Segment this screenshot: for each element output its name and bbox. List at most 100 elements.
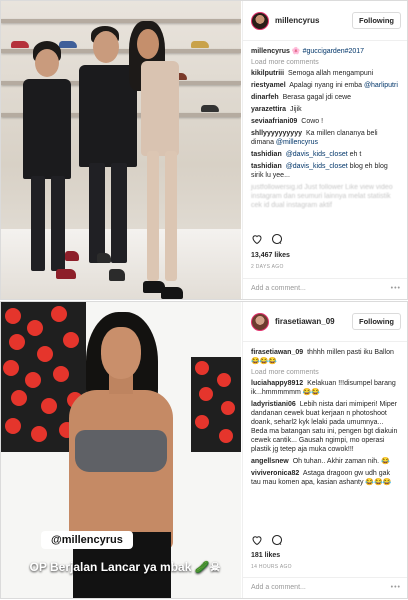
add-comment-input[interactable]: Add a comment... xyxy=(251,584,306,591)
red-dot xyxy=(195,415,209,429)
comment-mention[interactable]: @millencyrus xyxy=(276,139,318,146)
comment-user[interactable]: kikilputriii xyxy=(251,70,284,77)
comment-user[interactable]: luciahappy8912 xyxy=(251,380,303,387)
comment: luciahappy8912 Kelakuan !!!disumpel bara… xyxy=(251,379,401,397)
red-dot xyxy=(9,334,25,350)
comment-mention[interactable]: @davis_kids_closet xyxy=(286,151,348,158)
shoe-display xyxy=(11,41,29,48)
comment-mention[interactable]: @davis_kids_closet xyxy=(286,163,348,170)
comment: ladyristiani06 Lebih nista dari mimiperi… xyxy=(251,400,401,454)
following-button[interactable]: Following xyxy=(352,12,401,29)
username[interactable]: firasetiawan_09 xyxy=(275,317,352,326)
comments-list: millencyrus 🌸 #guccigarden#2017 Load more… xyxy=(243,41,407,210)
red-dot xyxy=(27,320,43,336)
red-dot xyxy=(219,429,233,443)
comment-user[interactable]: angellsnew xyxy=(251,458,289,465)
comment-text: Semoga allah mengampuni xyxy=(288,70,374,77)
comment-text: Lebih nista dari mimiperi! Miper dandana… xyxy=(251,401,398,453)
mention-sticker[interactable]: @millencyrus xyxy=(41,531,133,549)
comment-text: Apalagi nyang ini emba xyxy=(289,82,362,89)
comment-user[interactable]: ladyristiani06 xyxy=(251,401,296,408)
load-more-comments[interactable]: Load more comments xyxy=(251,369,401,376)
load-more-comments[interactable]: Load more comments xyxy=(251,59,401,66)
red-dot xyxy=(5,418,21,434)
comment-text: Oh tuhan.. Akhir zaman nih. 😂 xyxy=(292,458,390,465)
comment-user[interactable]: riestyamel xyxy=(251,82,286,89)
story-caption: OP Berjalan Lancar ya mbak 🥒☠ xyxy=(29,560,221,574)
red-dot xyxy=(53,366,69,382)
sports-bra xyxy=(75,430,167,472)
red-dot xyxy=(195,361,209,375)
caption-text[interactable]: 🌸 #guccigarden#2017 xyxy=(292,48,364,55)
more-options-icon[interactable]: ••• xyxy=(391,285,401,292)
comments-list: firasetiawan_09 thhhh millen pasti iku B… xyxy=(243,342,407,487)
person-head xyxy=(35,49,59,77)
following-button[interactable]: Following xyxy=(352,313,401,330)
post-photo-2[interactable]: @millencyrus OP Berjalan Lancar ya mbak … xyxy=(1,302,241,598)
comment: shllyyyyyyyyyy Ka millen clananya beli d… xyxy=(251,129,401,147)
comment-user[interactable]: tashidian xyxy=(251,163,282,170)
like-count[interactable]: 181 likes xyxy=(251,552,280,559)
red-dot xyxy=(217,373,231,387)
comment-user[interactable]: firasetiawan_09 xyxy=(251,349,303,356)
add-comment-input[interactable]: Add a comment... xyxy=(251,285,306,292)
red-dot xyxy=(51,306,67,322)
comment-icon[interactable] xyxy=(271,534,283,546)
comment: tashidian @davis_kids_closet eh t xyxy=(251,150,401,159)
heart-icon[interactable] xyxy=(251,233,263,245)
timestamp[interactable]: 2 DAYS AGO xyxy=(251,264,284,270)
person-leg xyxy=(51,176,65,271)
post-sidebar-1: millencyrus Following millencyrus 🌸 #gucc… xyxy=(242,1,407,299)
instagram-post-1: millencyrus Following millencyrus 🌸 #gucc… xyxy=(0,0,408,300)
red-dot xyxy=(5,308,21,324)
red-dot xyxy=(3,360,19,376)
comment-user[interactable]: seviaafriani09 xyxy=(251,118,297,125)
comment-user[interactable]: tashidian xyxy=(251,151,282,158)
person-leg xyxy=(111,163,127,263)
comment-text: Jijik xyxy=(289,106,302,113)
add-comment-row: Add a comment... ••• xyxy=(243,577,407,597)
post-photo-1[interactable] xyxy=(1,1,241,299)
username[interactable]: millencyrus xyxy=(275,16,352,25)
red-dot xyxy=(11,390,27,406)
comment-user[interactable]: yarazettira xyxy=(251,106,286,113)
comment-user[interactable]: dinarfeh xyxy=(251,94,279,101)
comment-user[interactable]: millencyrus xyxy=(251,48,290,55)
comment-spam: justfollowersig.id Just follower Like vi… xyxy=(251,184,393,209)
comment-text: Berasa gagal jdi cewe xyxy=(282,94,352,101)
post-header: millencyrus Following xyxy=(243,1,407,41)
post-header: firasetiawan_09 Following xyxy=(243,302,407,342)
like-count[interactable]: 13,467 likes xyxy=(251,252,290,259)
more-options-icon[interactable]: ••• xyxy=(391,584,401,591)
add-comment-row: Add a comment... ••• xyxy=(243,278,407,298)
comment-mention[interactable]: @harliputri xyxy=(364,82,398,89)
comment: seviaafriani09 Cowo ! xyxy=(251,117,401,126)
comment-icon[interactable] xyxy=(271,233,283,245)
comment: dinarfeh Berasa gagal jdi cewe xyxy=(251,93,401,102)
comment-text: Cowo ! xyxy=(301,118,324,125)
comment: riestyamel Apalagi nyang ini emba @harli… xyxy=(251,81,401,90)
comment: viviveronica82 Astaga dragoon gw udh gak… xyxy=(251,469,401,487)
red-dot-panel xyxy=(191,357,241,452)
red-dot xyxy=(25,372,41,388)
timestamp[interactable]: 14 HOURS AGO xyxy=(251,564,292,570)
shoe-display xyxy=(201,105,219,112)
avatar[interactable] xyxy=(251,11,269,30)
comment: angellsnew Oh tuhan.. Akhir zaman nih. 😂 xyxy=(251,457,401,466)
shoe-display xyxy=(59,41,77,48)
person-head xyxy=(137,29,159,59)
comment-user[interactable]: shllyyyyyyyyyy xyxy=(251,130,302,137)
person-leg xyxy=(165,151,177,281)
person-dress xyxy=(141,61,179,156)
instagram-post-2: @millencyrus OP Berjalan Lancar ya mbak … xyxy=(0,301,408,599)
heart-icon[interactable] xyxy=(251,534,263,546)
comment-user[interactable]: viviveronica82 xyxy=(251,470,299,477)
comment-text: eh t xyxy=(349,151,362,158)
avatar[interactable] xyxy=(251,312,269,331)
red-dot xyxy=(37,346,53,362)
person-boot xyxy=(56,269,76,279)
red-dot xyxy=(41,398,57,414)
red-dot xyxy=(31,426,47,442)
comment: yarazettira Jijik xyxy=(251,105,401,114)
person-torso xyxy=(23,79,71,179)
